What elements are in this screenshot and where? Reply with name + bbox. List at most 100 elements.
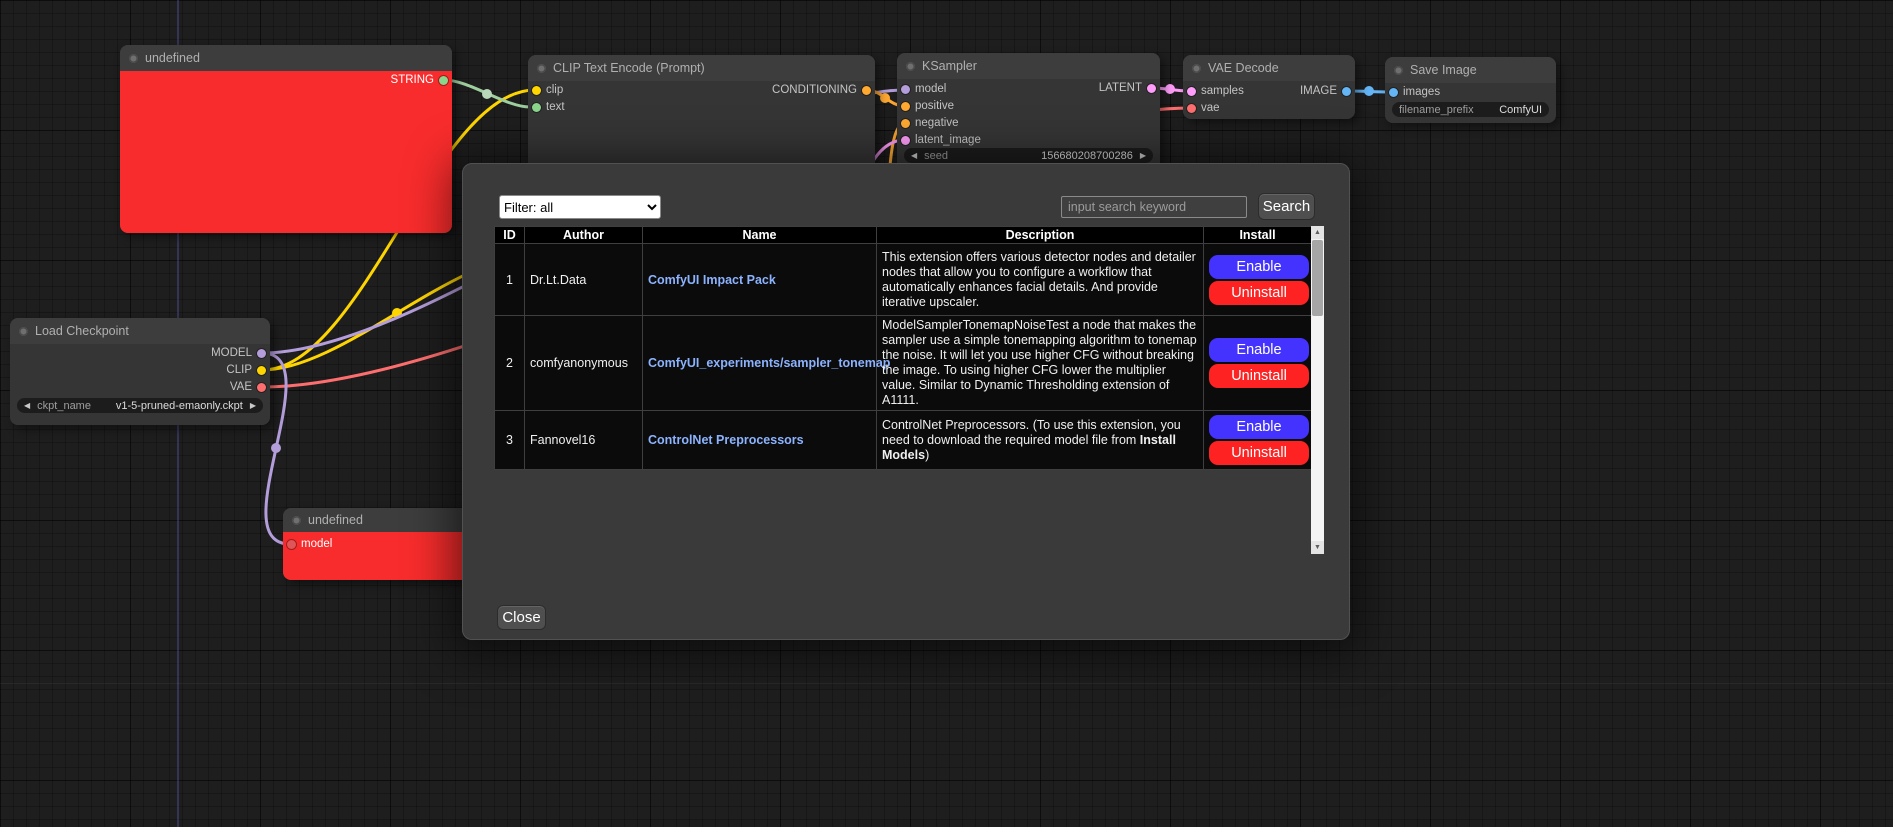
output-slot-vae[interactable]: VAE — [230, 379, 266, 395]
node-body: STRING — [120, 71, 452, 233]
ckpt-name-widget[interactable]: ◀ ckpt_name v1-5-pruned-emaonly.ckpt ▶ — [17, 398, 263, 413]
node-title-bar[interactable]: KSampler — [897, 53, 1160, 79]
output-slot-image[interactable]: IMAGE — [1300, 83, 1351, 99]
slot-dot-model-icon[interactable] — [901, 85, 910, 94]
widget-value: ComfyUI — [1499, 104, 1542, 116]
enable-button[interactable]: Enable — [1209, 255, 1309, 279]
description-text: ControlNet Preprocessors. (To use this e… — [882, 418, 1181, 447]
uninstall-button[interactable]: Uninstall — [1209, 441, 1309, 465]
enable-button[interactable]: Enable — [1209, 415, 1309, 439]
collapse-dot-icon[interactable] — [1192, 64, 1201, 73]
input-slot-model[interactable]: model — [901, 81, 946, 97]
collapse-dot-icon[interactable] — [537, 64, 546, 73]
extension-link[interactable]: ComfyUI_experiments/sampler_tonemap — [648, 356, 890, 370]
slot-dot-latent-out-icon[interactable] — [1147, 84, 1156, 93]
description-text: ModelSamplerTonemapNoiseTest a node that… — [882, 318, 1197, 407]
slot-dot-conditioning-icon[interactable] — [862, 86, 871, 95]
slot-dot-samples-icon[interactable] — [1187, 87, 1196, 96]
node-title: Load Checkpoint — [35, 324, 129, 338]
node-title-bar[interactable]: undefined — [120, 45, 452, 71]
table-row: 1 Dr.Lt.Data ComfyUI Impact Pack This ex… — [495, 244, 1312, 316]
node-load-checkpoint[interactable]: Load Checkpoint MODEL CLIP VAE ◀ ckpt_na… — [10, 318, 270, 425]
uninstall-button[interactable]: Uninstall — [1209, 364, 1309, 388]
collapse-dot-icon[interactable] — [19, 327, 28, 336]
slot-dot-clip-out-icon[interactable] — [257, 366, 266, 375]
slot-dot-model-icon[interactable] — [287, 540, 296, 549]
input-slot-vae[interactable]: vae — [1187, 100, 1220, 116]
input-slot-images[interactable]: images — [1389, 84, 1440, 100]
scroll-up-arrow-icon[interactable]: ▲ — [1311, 226, 1324, 239]
slot-dot-text-icon[interactable] — [532, 103, 541, 112]
increment-arrow-icon[interactable]: ▶ — [250, 401, 256, 410]
input-slot-negative[interactable]: negative — [901, 115, 958, 131]
slot-dot-latent-icon[interactable] — [901, 136, 910, 145]
filename-prefix-widget[interactable]: filename_prefix ComfyUI — [1392, 102, 1549, 117]
node-title-bar[interactable]: undefined — [283, 508, 483, 532]
slot-dot-vae-icon[interactable] — [1187, 104, 1196, 113]
node-title-bar[interactable]: Load Checkpoint — [10, 318, 270, 344]
decrement-arrow-icon[interactable]: ◀ — [911, 151, 917, 160]
widget-label: ckpt_name — [37, 400, 91, 412]
output-slot-clip[interactable]: CLIP — [226, 362, 266, 378]
table-row: 3 Fannovel16 ControlNet Preprocessors Co… — [495, 411, 1312, 470]
search-input[interactable] — [1061, 196, 1247, 218]
extension-link[interactable]: ComfyUI Impact Pack — [648, 273, 776, 287]
col-header-install: Install — [1204, 227, 1312, 244]
filter-select[interactable]: Filter: all — [499, 195, 661, 219]
output-slot-latent[interactable]: LATENT — [1099, 80, 1156, 96]
node-undefined-top[interactable]: undefined STRING — [120, 45, 452, 233]
node-body: samples vae IMAGE — [1183, 81, 1355, 119]
search-button[interactable]: Search — [1258, 193, 1315, 220]
node-title: VAE Decode — [1208, 61, 1279, 75]
node-title-bar[interactable]: Save Image — [1385, 57, 1556, 83]
link-midpoint-dot — [1364, 86, 1374, 96]
increment-arrow-icon[interactable]: ▶ — [1140, 151, 1146, 160]
node-body: model — [283, 532, 483, 580]
input-slot-clip[interactable]: clip — [532, 82, 563, 98]
node-undefined-bottom[interactable]: undefined model — [283, 508, 483, 580]
slot-dot-positive-icon[interactable] — [901, 102, 910, 111]
node-save-image[interactable]: Save Image images filename_prefix ComfyU… — [1385, 57, 1556, 123]
enable-button[interactable]: Enable — [1209, 338, 1309, 362]
slot-dot-images-icon[interactable] — [1389, 88, 1398, 97]
col-header-author: Author — [525, 227, 643, 244]
collapse-dot-icon[interactable] — [292, 516, 301, 525]
slot-dot-negative-icon[interactable] — [901, 119, 910, 128]
input-slot-positive[interactable]: positive — [901, 98, 954, 114]
node-title: KSampler — [922, 59, 977, 73]
input-slot-model[interactable]: model — [287, 536, 332, 552]
node-ksampler[interactable]: KSampler model positive negative latent_… — [897, 53, 1160, 173]
output-slot-model[interactable]: MODEL — [211, 345, 266, 361]
input-slot-text[interactable]: text — [532, 99, 565, 115]
node-body: model positive negative latent_image LAT… — [897, 79, 1160, 173]
input-slot-latent-image[interactable]: latent_image — [901, 132, 981, 148]
collapse-dot-icon[interactable] — [1394, 66, 1403, 75]
scroll-down-arrow-icon[interactable]: ▼ — [1311, 541, 1324, 554]
node-graph-canvas[interactable]: undefined STRING CLIP Text Encode (Promp… — [0, 0, 1893, 827]
extension-link[interactable]: ControlNet Preprocessors — [648, 433, 804, 447]
slot-dot-clip-icon[interactable] — [532, 86, 541, 95]
slot-dot-model-out-icon[interactable] — [257, 349, 266, 358]
node-title-bar[interactable]: VAE Decode — [1183, 55, 1355, 81]
close-button[interactable]: Close — [497, 605, 546, 630]
output-slot-string[interactable]: STRING — [391, 72, 448, 88]
decrement-arrow-icon[interactable]: ◀ — [24, 401, 30, 410]
description-text: This extension offers various detector n… — [882, 250, 1196, 309]
slot-dot-string-icon[interactable] — [439, 76, 448, 85]
slot-dot-image-icon[interactable] — [1342, 87, 1351, 96]
slot-dot-vae-out-icon[interactable] — [257, 383, 266, 392]
uninstall-button[interactable]: Uninstall — [1209, 281, 1309, 305]
table-scrollbar[interactable]: ▲ ▼ — [1311, 226, 1324, 554]
cell-author: Fannovel16 — [525, 411, 643, 470]
collapse-dot-icon[interactable] — [129, 54, 138, 63]
cell-id: 1 — [495, 244, 525, 316]
scrollbar-thumb[interactable] — [1312, 240, 1323, 316]
seed-widget[interactable]: ◀ seed 156680208700286 ▶ — [904, 148, 1153, 163]
extensions-table: ID Author Name Description Install 1 Dr.… — [494, 226, 1312, 470]
input-slot-samples[interactable]: samples — [1187, 83, 1244, 99]
node-title-bar[interactable]: CLIP Text Encode (Prompt) — [528, 55, 875, 81]
cell-description: ModelSamplerTonemapNoiseTest a node that… — [877, 316, 1204, 411]
node-vae-decode[interactable]: VAE Decode samples vae IMAGE — [1183, 55, 1355, 119]
output-slot-conditioning[interactable]: CONDITIONING — [772, 82, 871, 98]
collapse-dot-icon[interactable] — [906, 62, 915, 71]
